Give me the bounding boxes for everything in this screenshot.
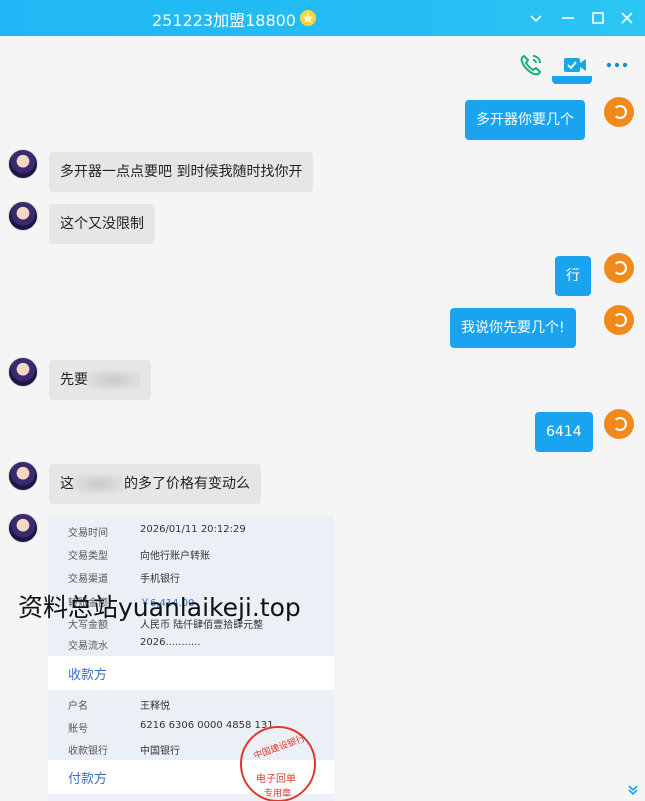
receipt-label: 交易时间 bbox=[68, 528, 108, 539]
blurred-content bbox=[74, 474, 124, 494]
receipt-section-payee: 收款方 bbox=[48, 656, 334, 690]
message-bubble-in[interactable]: 先要 bbox=[49, 360, 151, 400]
my-avatar[interactable] bbox=[604, 305, 634, 335]
my-avatar[interactable] bbox=[604, 253, 634, 283]
contact-avatar[interactable] bbox=[8, 357, 38, 387]
minimize-icon[interactable] bbox=[558, 8, 578, 28]
title-bar: 251223加盟18800 bbox=[0, 0, 645, 36]
receipt-value: 向他行账户转账 bbox=[140, 551, 210, 562]
message-bubble-in[interactable]: 多开器一点点要吧 到时候我随时找你开 bbox=[49, 152, 314, 192]
message-bubble-in[interactable]: 这 的多了价格有变动么 bbox=[49, 464, 261, 504]
receipt-value: 6216 6306 0000 4858 131 bbox=[140, 720, 274, 731]
scroll-down-icon[interactable] bbox=[626, 782, 640, 796]
receipt-label: 账号 bbox=[68, 724, 88, 735]
chat-title: 251223加盟18800 bbox=[152, 11, 296, 30]
my-avatar[interactable] bbox=[604, 97, 634, 127]
maximize-icon[interactable] bbox=[588, 8, 608, 28]
receipt-label: 交易类型 bbox=[68, 551, 108, 562]
stamp-text: 专用章 bbox=[264, 789, 292, 799]
message-bubble-out[interactable]: 多开器你要几个 bbox=[465, 100, 585, 140]
receipt-label: 户名 bbox=[68, 701, 88, 712]
receipt-image[interactable]: 交易时间 2026/01/11 20:12:29 交易类型 向他行账户转账 交易… bbox=[48, 516, 334, 801]
voice-call-icon[interactable] bbox=[518, 52, 544, 78]
section-title: 付款方 bbox=[68, 772, 108, 787]
bank-stamp: 中国建设银行 电子回单 专用章 bbox=[240, 726, 316, 801]
close-icon[interactable] bbox=[617, 8, 637, 28]
receipt-value: 2026........... bbox=[140, 637, 201, 648]
message-text: 先要 bbox=[60, 372, 88, 388]
receipt-value: 2026/01/11 20:12:29 bbox=[140, 524, 246, 535]
contact-avatar[interactable] bbox=[8, 149, 38, 179]
star-badge-icon bbox=[300, 10, 316, 26]
watermark-text: 资料总站yuanlaikeji.top bbox=[18, 593, 301, 622]
receipt-value: 中国银行 bbox=[140, 746, 180, 757]
receipt-label: 交易渠道 bbox=[68, 574, 108, 585]
contact-avatar[interactable] bbox=[8, 461, 38, 491]
more-icon[interactable] bbox=[604, 52, 630, 78]
receipt-value: 王释悦 bbox=[140, 701, 170, 712]
bubble-partial bbox=[552, 76, 592, 84]
receipt-label: 交易流水 bbox=[68, 641, 108, 652]
contact-avatar[interactable] bbox=[8, 513, 38, 543]
section-title: 收款方 bbox=[68, 668, 108, 683]
chevron-down-icon[interactable] bbox=[526, 8, 546, 28]
stamp-text: 电子回单 bbox=[256, 774, 296, 785]
message-bubble-out[interactable]: 行 bbox=[555, 256, 591, 296]
stamp-text: 中国建设银行 bbox=[252, 733, 307, 762]
video-call-icon[interactable] bbox=[562, 52, 588, 78]
receipt-value: 手机银行 bbox=[140, 574, 180, 585]
message-bubble-in[interactable]: 这个又没限制 bbox=[49, 204, 155, 244]
message-bubble-out[interactable]: 6414 bbox=[535, 412, 593, 452]
message-text: 的多了价格有变动么 bbox=[124, 476, 250, 492]
message-bubble-out[interactable]: 我说你先要几个! bbox=[450, 308, 576, 348]
my-avatar[interactable] bbox=[604, 409, 634, 439]
message-text: 这 bbox=[60, 476, 74, 492]
blurred-content bbox=[88, 370, 140, 390]
receipt-label: 收款银行 bbox=[68, 746, 108, 757]
contact-avatar[interactable] bbox=[8, 201, 38, 231]
